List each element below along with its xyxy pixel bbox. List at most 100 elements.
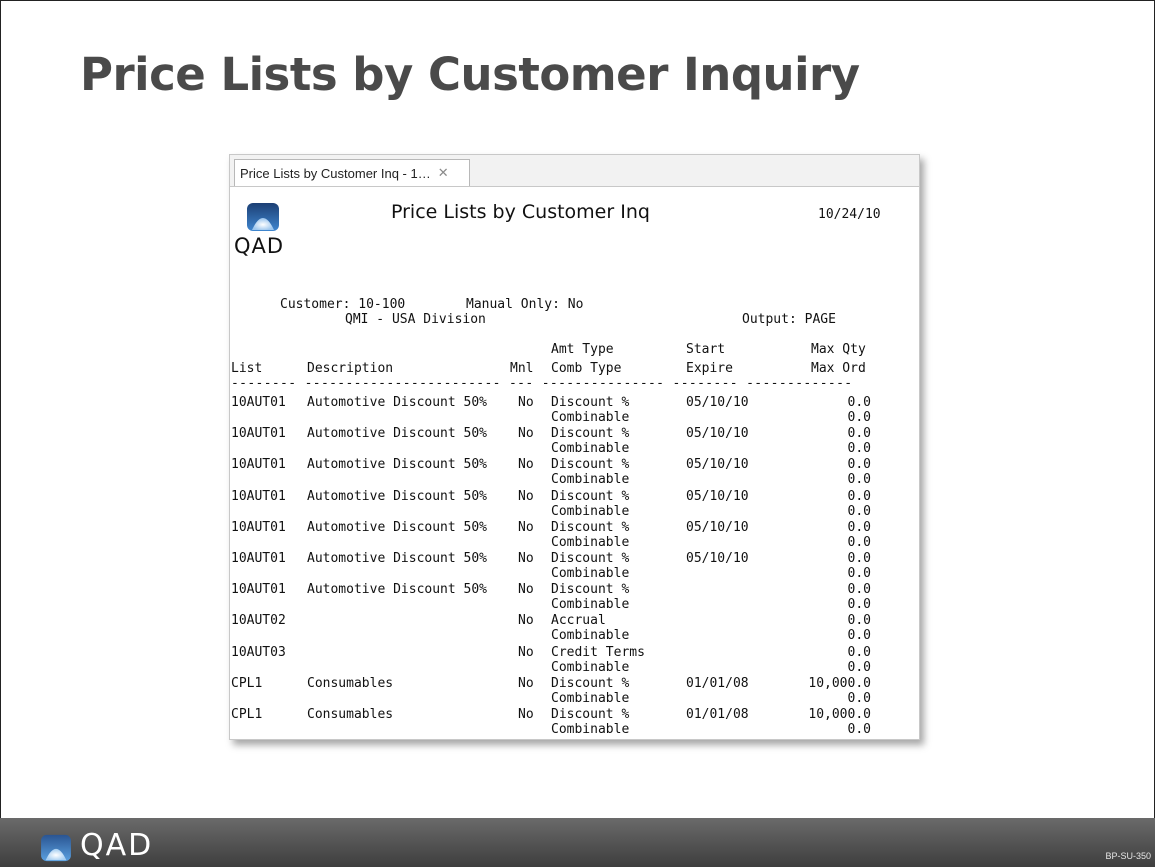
logo-text: QAD: [234, 234, 285, 258]
cell-comb-type: Combinable: [551, 472, 630, 488]
cell-description: Automotive Discount 50%: [307, 551, 488, 566]
report-title: Price Lists by Customer Inq: [391, 201, 650, 223]
qad-logo: QAD: [234, 201, 304, 263]
cell-max-qty: 0.0: [847, 644, 871, 660]
qad-logo-icon: [247, 203, 279, 231]
slide-title: Price Lists by Customer Inquiry: [80, 48, 860, 101]
cell-max-ord: 0.0: [847, 503, 871, 519]
cell-max-qty: 0.0: [847, 457, 871, 473]
tab-price-lists-inquiry[interactable]: Price Lists by Customer Inq - 1… ✕: [234, 159, 470, 186]
cell-max-qty: 0.0: [847, 426, 871, 442]
cell-amt-type: Discount %: [551, 582, 630, 598]
header-max-qty: Max Qty: [811, 342, 866, 357]
cell-max-ord: 0.0: [847, 534, 871, 550]
header-expire: Expire: [686, 361, 733, 376]
cell-list: 10AUT03: [231, 644, 286, 660]
cell-max-qty: 0.0: [847, 395, 871, 410]
cell-list: CPL1: [231, 675, 263, 691]
cell-comb-type: Combinable: [551, 690, 630, 706]
cell-comb-type: Combinable: [551, 628, 630, 644]
footer-brand: QAD: [80, 828, 154, 863]
cell-amt-type: Accrual: [551, 613, 606, 629]
header-amt-type: Amt Type: [551, 342, 614, 357]
cell-max-qty: 0.0: [847, 519, 871, 535]
tab-bar: Price Lists by Customer Inq - 1… ✕: [230, 155, 919, 187]
cell-mnl: No: [518, 707, 534, 722]
cell-comb-type: Combinable: [551, 534, 630, 550]
cell-max-qty: 0.0: [847, 551, 871, 566]
cell-max-ord: 0.0: [847, 410, 871, 425]
cell-max-ord: 0.0: [847, 659, 871, 675]
cell-list: 10AUT01: [231, 551, 286, 566]
manual-only-field: Manual Only: No: [466, 297, 584, 312]
cell-max-qty: 0.0: [847, 582, 871, 598]
cell-list: CPL1: [231, 707, 263, 722]
cell-comb-type: Combinable: [551, 566, 630, 581]
cell-amt-type: Discount %: [551, 551, 630, 566]
header-comb-type: Comb Type: [551, 361, 622, 376]
header-list: List: [231, 361, 263, 376]
report-date: 10/24/10: [818, 207, 881, 222]
cell-description: Automotive Discount 50%: [307, 488, 488, 504]
cell-comb-type: Combinable: [551, 410, 630, 425]
cell-mnl: No: [518, 457, 534, 473]
cell-comb-type: Combinable: [551, 659, 630, 675]
cell-comb-type: Combinable: [551, 722, 630, 737]
output-field: Output: PAGE: [742, 312, 836, 327]
cell-max-ord: 0.0: [847, 441, 871, 457]
cell-list: 10AUT01: [231, 582, 286, 598]
cell-mnl: No: [518, 426, 534, 442]
cell-comb-type: Combinable: [551, 597, 630, 613]
cell-description: Automotive Discount 50%: [307, 582, 488, 598]
header-separator: -------- ------------------------ --- --…: [231, 376, 853, 391]
cell-list: 10AUT01: [231, 457, 286, 473]
cell-amt-type: Discount %: [551, 675, 630, 691]
cell-comb-type: Combinable: [551, 441, 630, 457]
cell-mnl: No: [518, 395, 534, 410]
close-icon[interactable]: ✕: [438, 165, 449, 181]
cell-amt-type: Discount %: [551, 488, 630, 504]
cell-list: 10AUT01: [231, 519, 286, 535]
cell-max-qty: 10,000.0: [808, 675, 871, 691]
cell-start: 05/10/10: [686, 488, 749, 504]
cell-max-ord: 0.0: [847, 597, 871, 613]
slide-footer: QAD BP-SU-350: [0, 818, 1155, 867]
cell-mnl: No: [518, 644, 534, 660]
cell-max-qty: 0.0: [847, 488, 871, 504]
cell-max-ord: 0.0: [847, 690, 871, 706]
cell-amt-type: Discount %: [551, 457, 630, 473]
cell-mnl: No: [518, 582, 534, 598]
cell-list: 10AUT01: [231, 488, 286, 504]
cell-description: Consumables: [307, 707, 394, 722]
header-mnl: Mnl: [510, 361, 534, 376]
cell-description: Consumables: [307, 675, 394, 691]
report-window: Price Lists by Customer Inq - 1… ✕ QAD P…: [229, 154, 920, 740]
cell-amt-type: Discount %: [551, 426, 630, 442]
cell-comb-type: Combinable: [551, 503, 630, 519]
cell-start: 05/10/10: [686, 426, 749, 442]
cell-amt-type: Discount %: [551, 707, 630, 722]
cell-mnl: No: [518, 613, 534, 629]
header-start: Start: [686, 342, 726, 357]
cell-mnl: No: [518, 551, 534, 566]
cell-list: 10AUT02: [231, 613, 286, 629]
cell-max-ord: 0.0: [847, 472, 871, 488]
cell-start: 01/01/08: [686, 707, 749, 722]
cell-description: Automotive Discount 50%: [307, 395, 488, 410]
qad-logo-icon: [41, 834, 71, 862]
cell-mnl: No: [518, 488, 534, 504]
cell-mnl: No: [518, 675, 534, 691]
cell-start: 05/10/10: [686, 395, 749, 410]
cell-amt-type: Discount %: [551, 519, 630, 535]
cell-max-ord: 0.0: [847, 722, 871, 737]
tab-label: Price Lists by Customer Inq - 1…: [240, 165, 431, 181]
cell-amt-type: Credit Terms: [551, 644, 645, 660]
cell-description: Automotive Discount 50%: [307, 519, 488, 535]
cell-list: 10AUT01: [231, 395, 286, 410]
slide-code: BP-SU-350: [1105, 851, 1151, 861]
cell-list: 10AUT01: [231, 426, 286, 442]
cell-max-ord: 0.0: [847, 628, 871, 644]
cell-amt-type: Discount %: [551, 395, 630, 410]
cell-max-qty: 0.0: [847, 613, 871, 629]
cell-start: 05/10/10: [686, 457, 749, 473]
